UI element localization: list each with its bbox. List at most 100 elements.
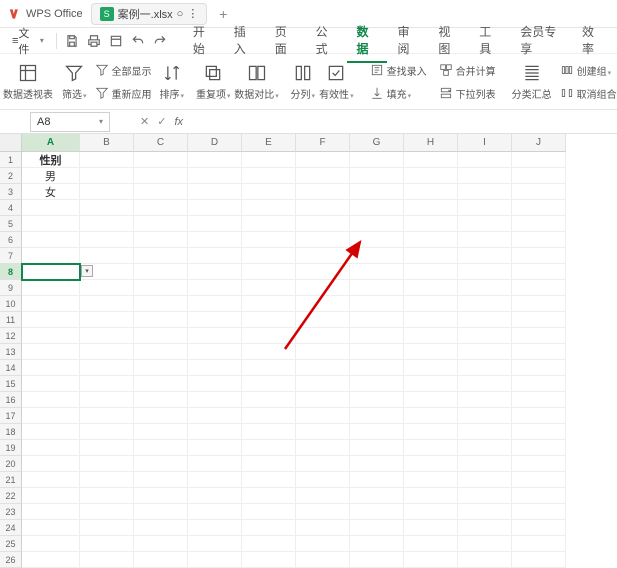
row-header[interactable]: 19 xyxy=(0,440,22,456)
cell[interactable] xyxy=(188,456,242,472)
cell[interactable] xyxy=(404,504,458,520)
cell[interactable] xyxy=(350,248,404,264)
cell[interactable] xyxy=(22,248,80,264)
cell[interactable] xyxy=(242,280,296,296)
save-icon[interactable] xyxy=(65,34,79,48)
cell[interactable] xyxy=(242,296,296,312)
cell[interactable] xyxy=(296,200,350,216)
cell[interactable] xyxy=(458,264,512,280)
cell[interactable]: 男 xyxy=(22,168,80,184)
cell[interactable] xyxy=(404,424,458,440)
tab-tools[interactable]: 工具 xyxy=(469,19,510,63)
tab-review[interactable]: 审阅 xyxy=(387,19,428,63)
cell[interactable] xyxy=(134,424,188,440)
column-header[interactable]: C xyxy=(134,134,188,152)
cell[interactable] xyxy=(80,312,134,328)
row-header[interactable]: 6 xyxy=(0,232,22,248)
row-header[interactable]: 16 xyxy=(0,392,22,408)
cell[interactable] xyxy=(404,200,458,216)
print-preview-icon[interactable] xyxy=(109,34,123,48)
cell[interactable] xyxy=(134,216,188,232)
cell[interactable] xyxy=(350,552,404,568)
cell[interactable] xyxy=(512,264,566,280)
cell[interactable] xyxy=(404,360,458,376)
cell[interactable] xyxy=(296,488,350,504)
cell[interactable] xyxy=(296,456,350,472)
cell[interactable] xyxy=(134,328,188,344)
undo-icon[interactable] xyxy=(131,34,145,48)
cell[interactable] xyxy=(350,264,404,280)
cell[interactable] xyxy=(458,280,512,296)
cell[interactable]: ▾ xyxy=(22,264,80,280)
cell[interactable] xyxy=(188,168,242,184)
cell[interactable] xyxy=(188,328,242,344)
cell[interactable] xyxy=(22,408,80,424)
cell[interactable] xyxy=(296,392,350,408)
cell[interactable] xyxy=(350,536,404,552)
cell[interactable] xyxy=(22,552,80,568)
cell[interactable] xyxy=(350,488,404,504)
cell[interactable] xyxy=(80,408,134,424)
name-box[interactable]: A8 ▾ xyxy=(30,112,110,132)
cell[interactable] xyxy=(350,376,404,392)
cell[interactable] xyxy=(512,552,566,568)
tab-view[interactable]: 视图 xyxy=(428,19,469,63)
cell[interactable] xyxy=(242,184,296,200)
cell[interactable] xyxy=(350,472,404,488)
cell[interactable] xyxy=(242,264,296,280)
cell[interactable] xyxy=(188,440,242,456)
cell[interactable] xyxy=(350,216,404,232)
row-header[interactable]: 3 xyxy=(0,184,22,200)
cell[interactable] xyxy=(512,232,566,248)
cell[interactable] xyxy=(296,280,350,296)
cell[interactable] xyxy=(22,312,80,328)
cell[interactable] xyxy=(80,184,134,200)
cell[interactable] xyxy=(296,552,350,568)
column-header[interactable]: A xyxy=(22,134,80,152)
cell[interactable] xyxy=(512,440,566,456)
cell[interactable]: 性别 xyxy=(22,152,80,168)
cell[interactable] xyxy=(458,152,512,168)
column-header[interactable]: D xyxy=(188,134,242,152)
cell[interactable] xyxy=(350,504,404,520)
cell[interactable] xyxy=(350,520,404,536)
cell[interactable] xyxy=(458,552,512,568)
cell[interactable] xyxy=(296,504,350,520)
cell[interactable] xyxy=(458,168,512,184)
cell[interactable] xyxy=(188,264,242,280)
cell[interactable] xyxy=(134,312,188,328)
cell[interactable] xyxy=(296,248,350,264)
chevron-down-icon[interactable]: ▾ xyxy=(99,117,103,126)
cell[interactable] xyxy=(22,472,80,488)
cell[interactable] xyxy=(242,312,296,328)
cell[interactable] xyxy=(80,392,134,408)
merge-calc-button[interactable]: 合并计算 xyxy=(435,61,500,80)
cell[interactable] xyxy=(350,408,404,424)
cell[interactable] xyxy=(188,184,242,200)
cell[interactable] xyxy=(242,168,296,184)
cell[interactable] xyxy=(404,488,458,504)
cell[interactable] xyxy=(80,376,134,392)
cell[interactable] xyxy=(458,504,512,520)
row-header[interactable]: 24 xyxy=(0,520,22,536)
row-header[interactable]: 5 xyxy=(0,216,22,232)
cell[interactable] xyxy=(80,472,134,488)
cell[interactable] xyxy=(134,552,188,568)
cell[interactable] xyxy=(242,552,296,568)
row-header[interactable]: 14 xyxy=(0,360,22,376)
fill-button[interactable]: 填充▾ xyxy=(366,84,431,103)
subtotal-button[interactable]: 分类汇总 xyxy=(512,59,552,105)
cell[interactable] xyxy=(458,488,512,504)
cell[interactable] xyxy=(512,152,566,168)
cell[interactable] xyxy=(22,504,80,520)
cell[interactable] xyxy=(458,440,512,456)
cell[interactable] xyxy=(22,280,80,296)
cell[interactable] xyxy=(188,424,242,440)
cell[interactable] xyxy=(80,360,134,376)
cell[interactable] xyxy=(512,472,566,488)
cell[interactable] xyxy=(242,440,296,456)
cell[interactable] xyxy=(242,152,296,168)
cell[interactable] xyxy=(22,328,80,344)
cell[interactable] xyxy=(512,344,566,360)
cell[interactable] xyxy=(242,328,296,344)
